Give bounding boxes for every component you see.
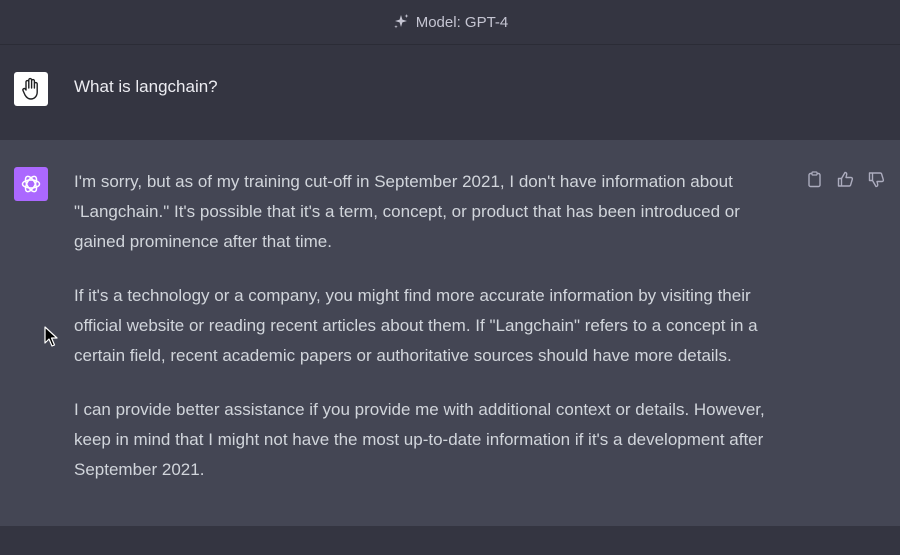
- assistant-message: I'm sorry, but as of my training cut-off…: [74, 167, 794, 509]
- mouse-cursor-icon: [44, 326, 58, 348]
- hand-icon: [14, 72, 48, 106]
- message-actions: [805, 170, 886, 189]
- answer-paragraph: If it's a technology or a company, you m…: [74, 286, 758, 365]
- thumbs-down-icon[interactable]: [867, 170, 886, 189]
- assistant-message-row: I'm sorry, but as of my training cut-off…: [0, 140, 900, 526]
- copy-icon[interactable]: [805, 170, 824, 189]
- thumbs-up-icon[interactable]: [836, 170, 855, 189]
- openai-logo-icon: [14, 167, 48, 201]
- bottom-area: [0, 526, 900, 555]
- answer-paragraph: I can provide better assistance if you p…: [74, 400, 765, 479]
- answer-paragraph: I'm sorry, but as of my training cut-off…: [74, 172, 740, 251]
- user-message-row: What is langchain?: [0, 44, 900, 141]
- user-message: What is langchain?: [74, 77, 218, 96]
- model-header: Model: GPT-4: [0, 0, 900, 44]
- model-label: Model: GPT-4: [415, 13, 509, 31]
- sparkle-icon: [392, 13, 410, 31]
